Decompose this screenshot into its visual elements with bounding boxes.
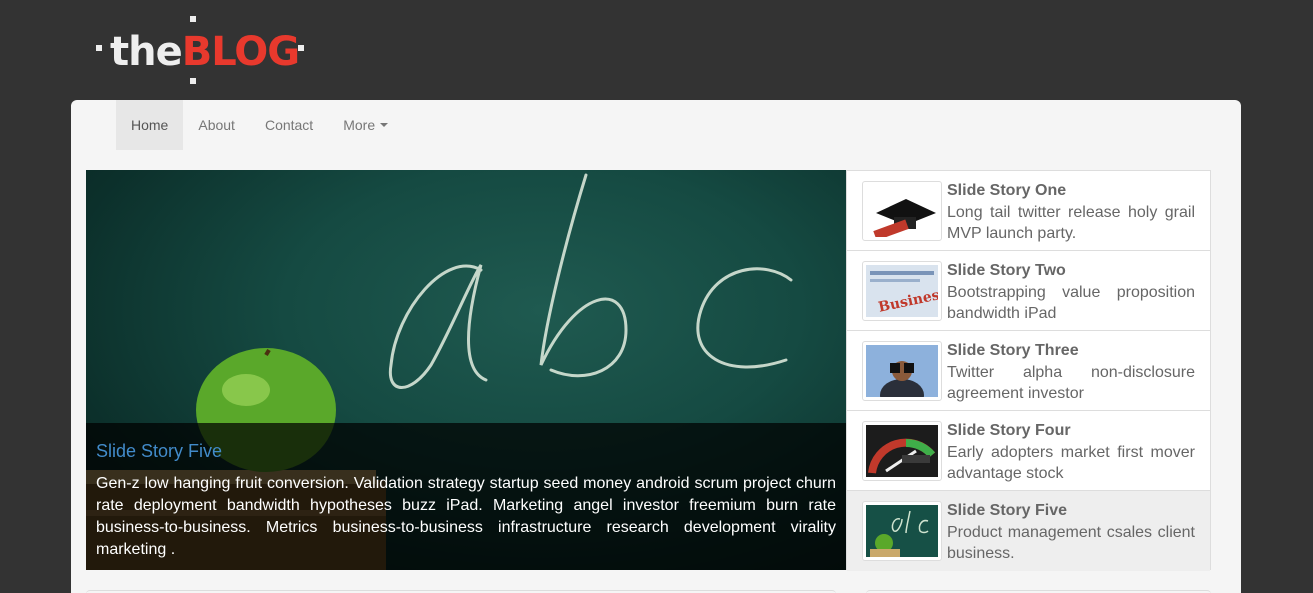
- apple-stem: [264, 348, 271, 357]
- nav-home[interactable]: Home: [116, 100, 184, 150]
- story-text-2: Bootstrapping value proposition bandwidt…: [947, 284, 1195, 322]
- story-item-3[interactable]: Slide Story Three Twitter alpha non-disc…: [847, 331, 1210, 411]
- hero-caption: Slide Story Five Gen-z low hanging fruit…: [86, 423, 846, 570]
- main-panel: Home About Contact More Slide Story Five…: [71, 100, 1241, 593]
- story-item-4[interactable]: Slide Story Four Early adopters market f…: [847, 411, 1210, 491]
- nav-home-label: Home: [131, 117, 169, 133]
- caret-down-icon: [380, 123, 389, 127]
- story-item-2[interactable]: Business Slide Story Two Bootstrapping v…: [847, 251, 1210, 331]
- story-title-4: Slide Story Four: [947, 422, 1071, 439]
- hero-caption-text: Gen-z low hanging fruit conversion. Vali…: [96, 475, 836, 558]
- logo-the: the: [110, 29, 183, 75]
- chalkboard-apple-icon: [866, 505, 938, 557]
- story-text-1: Long tail twitter release holy grail MVP…: [947, 204, 1195, 242]
- nav-more-label: More: [343, 117, 376, 133]
- hero-slide[interactable]: Slide Story Five Gen-z low hanging fruit…: [86, 170, 846, 570]
- chalk-letters: [388, 173, 793, 389]
- story-thumb-1: [862, 181, 942, 241]
- nav-about[interactable]: About: [183, 100, 250, 150]
- nav-about-label: About: [198, 117, 235, 133]
- story-item-5[interactable]: Slide Story Five Product management csal…: [847, 491, 1210, 571]
- story-thumb-2: Business: [862, 261, 942, 321]
- logo-dot-left: [96, 45, 102, 51]
- story-thumb-4: [862, 421, 942, 481]
- apple-highlight: [222, 374, 270, 406]
- main-nav: Home About Contact More: [116, 100, 403, 150]
- story-text-5: Product management csales client busines…: [947, 524, 1195, 562]
- business-newspaper-icon: Business: [866, 265, 938, 317]
- logo-blog: BLOG: [181, 29, 300, 75]
- success-gauge-icon: [866, 425, 938, 477]
- story-thumb-3: [862, 341, 942, 401]
- story-text-3: Twitter alpha non-disclosure agreement i…: [947, 364, 1195, 402]
- logo-dot-top: [190, 16, 196, 22]
- story-title-5: Slide Story Five: [947, 502, 1068, 519]
- binoculars-man-icon: [866, 345, 938, 397]
- hero-caption-title[interactable]: Slide Story Five: [96, 439, 836, 463]
- story-item-1[interactable]: Slide Story One Long tail twitter releas…: [847, 171, 1210, 251]
- nav-contact-label: Contact: [264, 117, 314, 133]
- logo-wordmark: theBLOG: [110, 28, 300, 76]
- site-logo[interactable]: theBLOG: [92, 16, 307, 86]
- nav-contact[interactable]: Contact: [250, 100, 328, 150]
- graduation-cap-icon: [866, 185, 938, 237]
- story-text-4: Early adopters market first mover advant…: [947, 444, 1195, 482]
- story-title-3: Slide Story Three: [947, 342, 1079, 359]
- nav-more-dropdown[interactable]: More: [328, 100, 403, 150]
- story-title-1: Slide Story One: [947, 182, 1067, 199]
- story-title-2: Slide Story Two: [947, 262, 1066, 279]
- logo-dot-bottom: [190, 78, 196, 84]
- story-thumb-5: [862, 501, 942, 561]
- story-list: Slide Story One Long tail twitter releas…: [846, 170, 1211, 571]
